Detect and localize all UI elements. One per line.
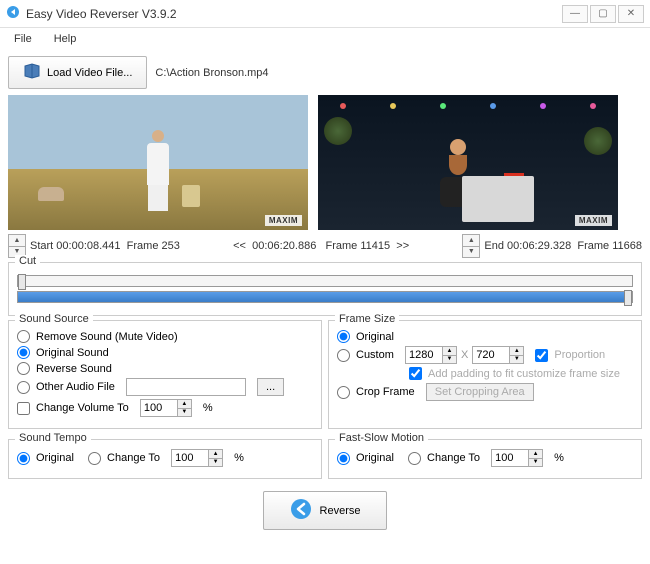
reverse-label: Reverse — [320, 505, 361, 517]
watermark-label: MAXIM — [575, 215, 612, 226]
cut-legend: Cut — [15, 255, 40, 267]
end-label: End — [484, 240, 504, 252]
radio-tempo-change[interactable] — [88, 452, 101, 465]
checkbox-proportion[interactable] — [535, 349, 548, 362]
app-icon — [6, 5, 20, 22]
other-audio-input[interactable] — [126, 378, 246, 396]
radio-original-sound[interactable] — [17, 346, 30, 359]
frame-size-group: Frame Size Original Custom ▲▼ X ▲▼ Propo… — [328, 320, 642, 429]
sound-tempo-group: Sound Tempo Original Change To ▲▼ % — [8, 439, 322, 479]
preview-start: MAXIM — [8, 95, 308, 230]
window-title: Easy Video Reverser V3.9.2 — [26, 7, 562, 21]
radio-motion-original[interactable] — [337, 452, 350, 465]
motion-input[interactable]: ▲▼ — [491, 449, 543, 467]
start-label: Start — [30, 240, 53, 252]
radio-remove-sound[interactable] — [17, 330, 30, 343]
file-path: C:\Action Bronson.mp4 — [155, 67, 268, 79]
close-button[interactable]: ✕ — [618, 5, 644, 23]
minimize-button[interactable]: — — [562, 5, 588, 23]
width-input[interactable]: ▲▼ — [405, 346, 457, 364]
checkbox-padding[interactable] — [409, 367, 422, 380]
reverse-button[interactable]: Reverse — [263, 491, 388, 530]
browse-audio-button[interactable]: ... — [257, 378, 284, 396]
current-frame: 11415 — [360, 240, 390, 252]
radio-frame-original[interactable] — [337, 330, 350, 343]
titlebar: Easy Video Reverser V3.9.2 — ▢ ✕ — [0, 0, 650, 28]
start-time: 00:00:08.441 — [56, 240, 120, 252]
current-time: 00:06:20.886 — [252, 240, 316, 252]
watermark-label: MAXIM — [265, 215, 302, 226]
menu-help[interactable]: Help — [44, 31, 87, 47]
end-stepper[interactable]: ▲▼ — [462, 234, 480, 258]
radio-frame-custom[interactable] — [337, 349, 350, 362]
nav-next[interactable]: >> — [396, 240, 409, 252]
cut-track-bottom[interactable] — [17, 291, 633, 303]
radio-motion-change[interactable] — [408, 452, 421, 465]
cut-track-top[interactable] — [17, 275, 633, 287]
radio-crop-frame[interactable] — [337, 386, 350, 399]
volume-input[interactable]: ▲▼ — [140, 399, 192, 417]
checkbox-change-volume[interactable] — [17, 402, 30, 415]
nav-prev[interactable]: << — [233, 240, 246, 252]
menubar: File Help — [0, 28, 650, 50]
maximize-button[interactable]: ▢ — [590, 5, 616, 23]
radio-other-audio[interactable] — [17, 381, 30, 394]
end-frame: 11668 — [612, 240, 642, 252]
start-frame: 253 — [162, 240, 180, 252]
fast-slow-group: Fast-Slow Motion Original Change To ▲▼ % — [328, 439, 642, 479]
tempo-input[interactable]: ▲▼ — [171, 449, 223, 467]
menu-file[interactable]: File — [4, 31, 42, 47]
book-icon — [23, 63, 41, 82]
preview-end: MAXIM — [318, 95, 618, 230]
radio-reverse-sound[interactable] — [17, 362, 30, 375]
load-video-button[interactable]: Load Video File... — [8, 56, 147, 89]
load-video-label: Load Video File... — [47, 67, 132, 79]
reverse-icon — [290, 498, 312, 523]
height-input[interactable]: ▲▼ — [472, 346, 524, 364]
set-crop-button[interactable]: Set Cropping Area — [426, 383, 534, 401]
radio-tempo-original[interactable] — [17, 452, 30, 465]
cut-group: Cut — [8, 262, 642, 316]
sound-source-group: Sound Source Remove Sound (Mute Video) O… — [8, 320, 322, 429]
end-time: 00:06:29.328 — [507, 240, 571, 252]
